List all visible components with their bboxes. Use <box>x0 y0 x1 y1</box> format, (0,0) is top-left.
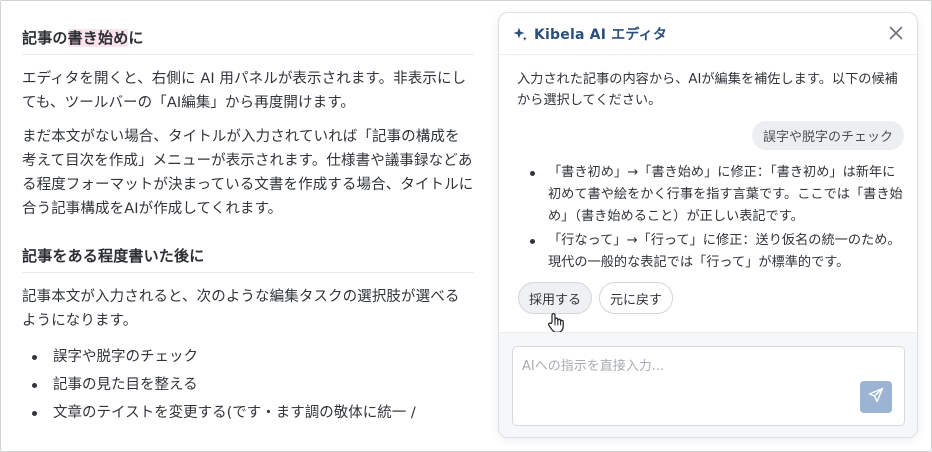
ai-instruction-box <box>512 346 905 426</box>
article-editor[interactable]: 記事の書き始めに エディタを開くと、右側に AI 用パネルが表示されます。非表示… <box>22 1 474 451</box>
panel-header: Kibela AI エディタ <box>499 13 917 55</box>
send-button[interactable] <box>860 381 892 413</box>
heading-article-start: 記事の書き始めに <box>22 27 474 55</box>
close-icon <box>889 25 903 44</box>
list-item: 文章のテイストを変更する(です・ます調の敬体に統一 / <box>22 399 474 427</box>
revert-button[interactable]: 元に戻す <box>599 282 674 314</box>
highlighted-text: 書き始め <box>67 29 129 47</box>
suggestion-actions: 採用する 元に戻す <box>518 282 674 314</box>
send-icon <box>868 387 884 407</box>
suggestion-list: 「書き初め」→「書き始め」に修正：「書き初め」は新年に初めて書や絵をかく行事を指… <box>523 162 907 276</box>
paragraph-2: まだ本文がない場合、タイトルが入力されていれば「記事の構成を考えて目次を作成」メ… <box>22 129 474 217</box>
close-button[interactable] <box>887 25 905 43</box>
list-item: 記事の見た目を整える <box>22 371 474 399</box>
heading-prefix: 記事の <box>22 29 68 47</box>
adopt-button[interactable]: 採用する <box>518 282 593 314</box>
heading-suffix: に <box>128 29 144 47</box>
user-choice-bubble: 誤字や脱字のチェック <box>751 121 904 150</box>
ai-intro-message: 入力された記事の内容から、AIが編集を補佐します。以下の候補から選択してください… <box>517 72 898 108</box>
heading-after-writing: 記事をある程度書いた後に <box>22 245 474 273</box>
hand-pointer-icon <box>546 312 566 334</box>
input-area <box>499 332 917 437</box>
sparkle-icon <box>512 26 528 42</box>
suggestion-item: 「書き初め」→「書き始め」に修正：「書き初め」は新年に初めて書や絵をかく行事を指… <box>523 162 907 228</box>
task-list: 誤字や脱字のチェック 記事の見た目を整える 文章のテイストを変更する(です・ます… <box>22 343 474 427</box>
ai-instruction-input[interactable] <box>513 347 904 425</box>
panel-title: Kibela AI エディタ <box>534 27 668 43</box>
paragraph-3: 記事本文が入力されると、次のような編集タスクの選択肢が選べるようになります。 <box>22 289 460 329</box>
paragraph-1: エディタを開くと、右側に AI 用パネルが表示されます。非表示にしても、ツールバ… <box>22 71 467 111</box>
app-window: 記事の書き始めに エディタを開くと、右側に AI 用パネルが表示されます。非表示… <box>0 0 932 452</box>
conversation-area: 入力された記事の内容から、AIが編集を補佐します。以下の候補から選択してください… <box>499 56 917 334</box>
ai-editor-panel: Kibela AI エディタ 入力された記事の内容から、AIが編集を補佐します。… <box>498 12 918 438</box>
panel-title-group: Kibela AI エディタ <box>512 24 667 44</box>
list-item: 誤字や脱字のチェック <box>22 343 474 371</box>
suggestion-item: 「行なって」→「行って」に修正：送り仮名の統一のため。現代の一般的な表記では「行… <box>523 230 907 274</box>
